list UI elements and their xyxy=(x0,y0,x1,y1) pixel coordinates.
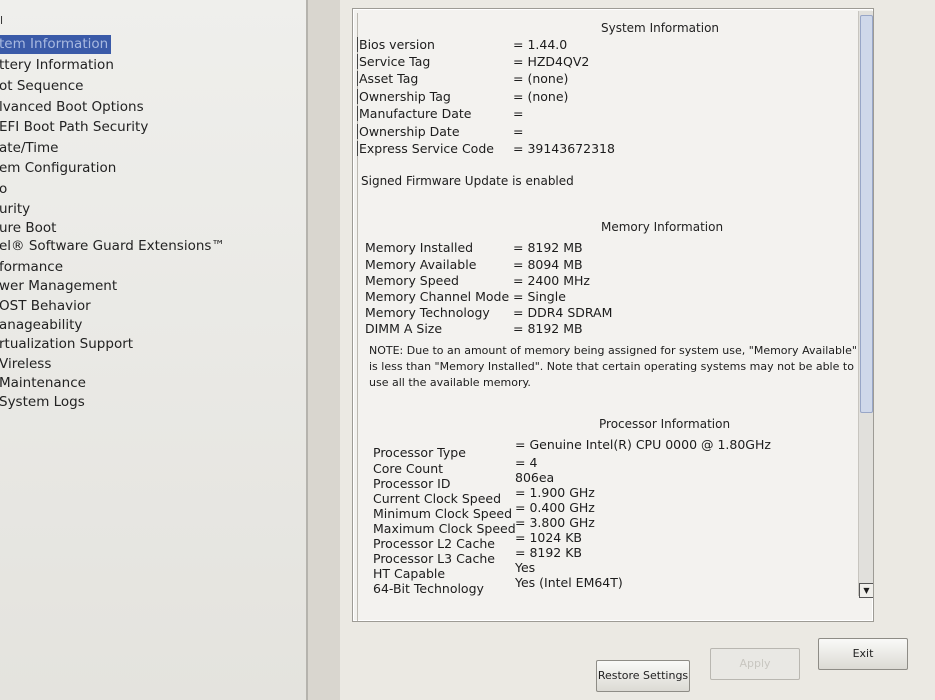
nav-item-secure-boot[interactable]: ure Boot xyxy=(0,219,59,238)
maximum-clock-speed-label: Maximum Clock Speed xyxy=(373,521,516,536)
asset-tag-label: Asset Tag xyxy=(357,71,419,86)
ht-capable-label: HT Capable xyxy=(373,566,446,581)
nav-item-battery-information[interactable]: ttery Information xyxy=(0,56,117,75)
nav-item-uefi-boot-path-security[interactable]: EFI Boot Path Security xyxy=(0,118,151,137)
nav-item-post-behavior[interactable]: OST Behavior xyxy=(0,297,94,316)
memory-speed-value: 2400 MHz xyxy=(513,273,590,288)
firmware-status-message: Signed Firmware Update is enabled xyxy=(361,174,574,188)
ownership-tag-label: Ownership Tag xyxy=(357,89,451,104)
bios-version-value: 1.44.0 xyxy=(513,37,567,52)
scroll-down-arrow-icon[interactable]: ▼ xyxy=(859,583,873,598)
memory-channel-mode-value: Single xyxy=(513,289,565,304)
nav-item-software-guard-extensions[interactable]: el® Software Guard Extensions™ xyxy=(0,237,228,256)
nav-item-system-logs[interactable]: System Logs xyxy=(0,393,88,412)
nav-item-power-management[interactable]: wer Management xyxy=(0,277,120,296)
bios-version-label: Bios version xyxy=(357,37,435,52)
core-count-value: 4 xyxy=(515,455,537,470)
nav-item-performance[interactable]: formance xyxy=(0,258,66,277)
service-tag-label: Service Tag xyxy=(357,54,431,69)
nav-item-system-configuration[interactable]: em Configuration xyxy=(0,159,119,178)
current-clock-speed-label: Current Clock Speed xyxy=(373,491,502,506)
dimm-a-size-value: 8192 MB xyxy=(513,321,582,336)
l3-cache-value: 8192 KB xyxy=(515,545,582,560)
processor-info-title: Processor Information xyxy=(599,417,731,431)
ownership-tag-value: (none) xyxy=(513,89,568,104)
ownership-date-label: Ownership Date xyxy=(357,124,460,139)
memory-channel-mode-label: Memory Channel Mode xyxy=(365,289,510,304)
memory-available-value: 8094 MB xyxy=(513,257,582,272)
scrollbar-thumb[interactable] xyxy=(860,15,873,413)
nav-item-date-time[interactable]: ate/Time xyxy=(0,139,61,158)
core-count-label: Core Count xyxy=(373,461,444,476)
exit-button[interactable]: Exit xyxy=(818,638,908,670)
nav-item-boot-sequence[interactable]: ot Sequence xyxy=(0,77,86,96)
memory-installed-label: Memory Installed xyxy=(365,240,474,255)
information-pane: System Information Bios version 1.44.0 S… xyxy=(352,8,874,622)
memory-technology-label: Memory Technology xyxy=(365,305,490,320)
nav-item-wireless[interactable]: Vireless xyxy=(0,355,54,374)
vertical-scrollbar[interactable]: ▼ xyxy=(858,11,873,598)
tree-root-glyph: l xyxy=(0,14,4,27)
nav-item-advanced-boot-options[interactable]: lvanced Boot Options xyxy=(0,98,147,117)
ownership-date-value xyxy=(513,124,523,139)
nav-item-virtualization-support[interactable]: rtualization Support xyxy=(0,335,136,354)
asset-tag-value: (none) xyxy=(513,71,568,86)
memory-info-title: Memory Information xyxy=(601,220,724,234)
current-clock-speed-value: 1.900 GHz xyxy=(515,485,594,500)
64bit-technology-label: 64-Bit Technology xyxy=(373,581,484,596)
64bit-technology-value: Yes (Intel EM64T) xyxy=(515,575,623,590)
memory-note: NOTE: Due to an amount of memory being a… xyxy=(369,344,857,389)
nav-item-video[interactable]: o xyxy=(0,180,10,199)
minimum-clock-speed-value: 0.400 GHz xyxy=(515,500,594,515)
nav-item-security[interactable]: urity xyxy=(0,200,33,219)
processor-type-value: Genuine Intel(R) CPU 0000 @ 1.80GHz xyxy=(515,437,771,452)
nav-item-system-information[interactable]: tem Information xyxy=(0,35,112,54)
l3-cache-label: Processor L3 Cache xyxy=(373,551,495,566)
nav-item-maintenance[interactable]: Maintenance xyxy=(0,374,89,393)
settings-tree: l tem Information ttery Information ot S… xyxy=(0,0,308,700)
content-window: System Information Bios version 1.44.0 S… xyxy=(340,0,935,700)
processor-id-value: 806ea xyxy=(515,470,555,485)
l2-cache-value: 1024 KB xyxy=(515,530,582,545)
express-service-code-value: 39143672318 xyxy=(513,141,614,156)
memory-available-label: Memory Available xyxy=(365,257,477,272)
system-info-title: System Information xyxy=(601,21,720,35)
memory-technology-value: DDR4 SDRAM xyxy=(513,305,612,320)
l2-cache-label: Processor L2 Cache xyxy=(373,536,495,551)
dimm-a-size-label: DIMM A Size xyxy=(365,321,443,336)
ht-capable-value: Yes xyxy=(515,560,536,575)
manufacture-date-value xyxy=(513,106,523,121)
apply-button[interactable]: Apply xyxy=(710,648,800,680)
maximum-clock-speed-value: 3.800 GHz xyxy=(515,515,594,530)
service-tag-value: HZD4QV2 xyxy=(513,54,589,69)
restore-settings-button[interactable]: Restore Settings xyxy=(596,660,690,692)
express-service-code-label: Express Service Code xyxy=(357,141,494,156)
processor-id-label: Processor ID xyxy=(373,476,451,491)
nav-item-manageability[interactable]: anageability xyxy=(0,316,85,335)
memory-installed-value: 8192 MB xyxy=(513,240,582,255)
manufacture-date-label: Manufacture Date xyxy=(357,106,472,121)
minimum-clock-speed-label: Minimum Clock Speed xyxy=(373,506,513,521)
processor-type-label: Processor Type xyxy=(373,445,466,460)
memory-speed-label: Memory Speed xyxy=(365,273,459,288)
